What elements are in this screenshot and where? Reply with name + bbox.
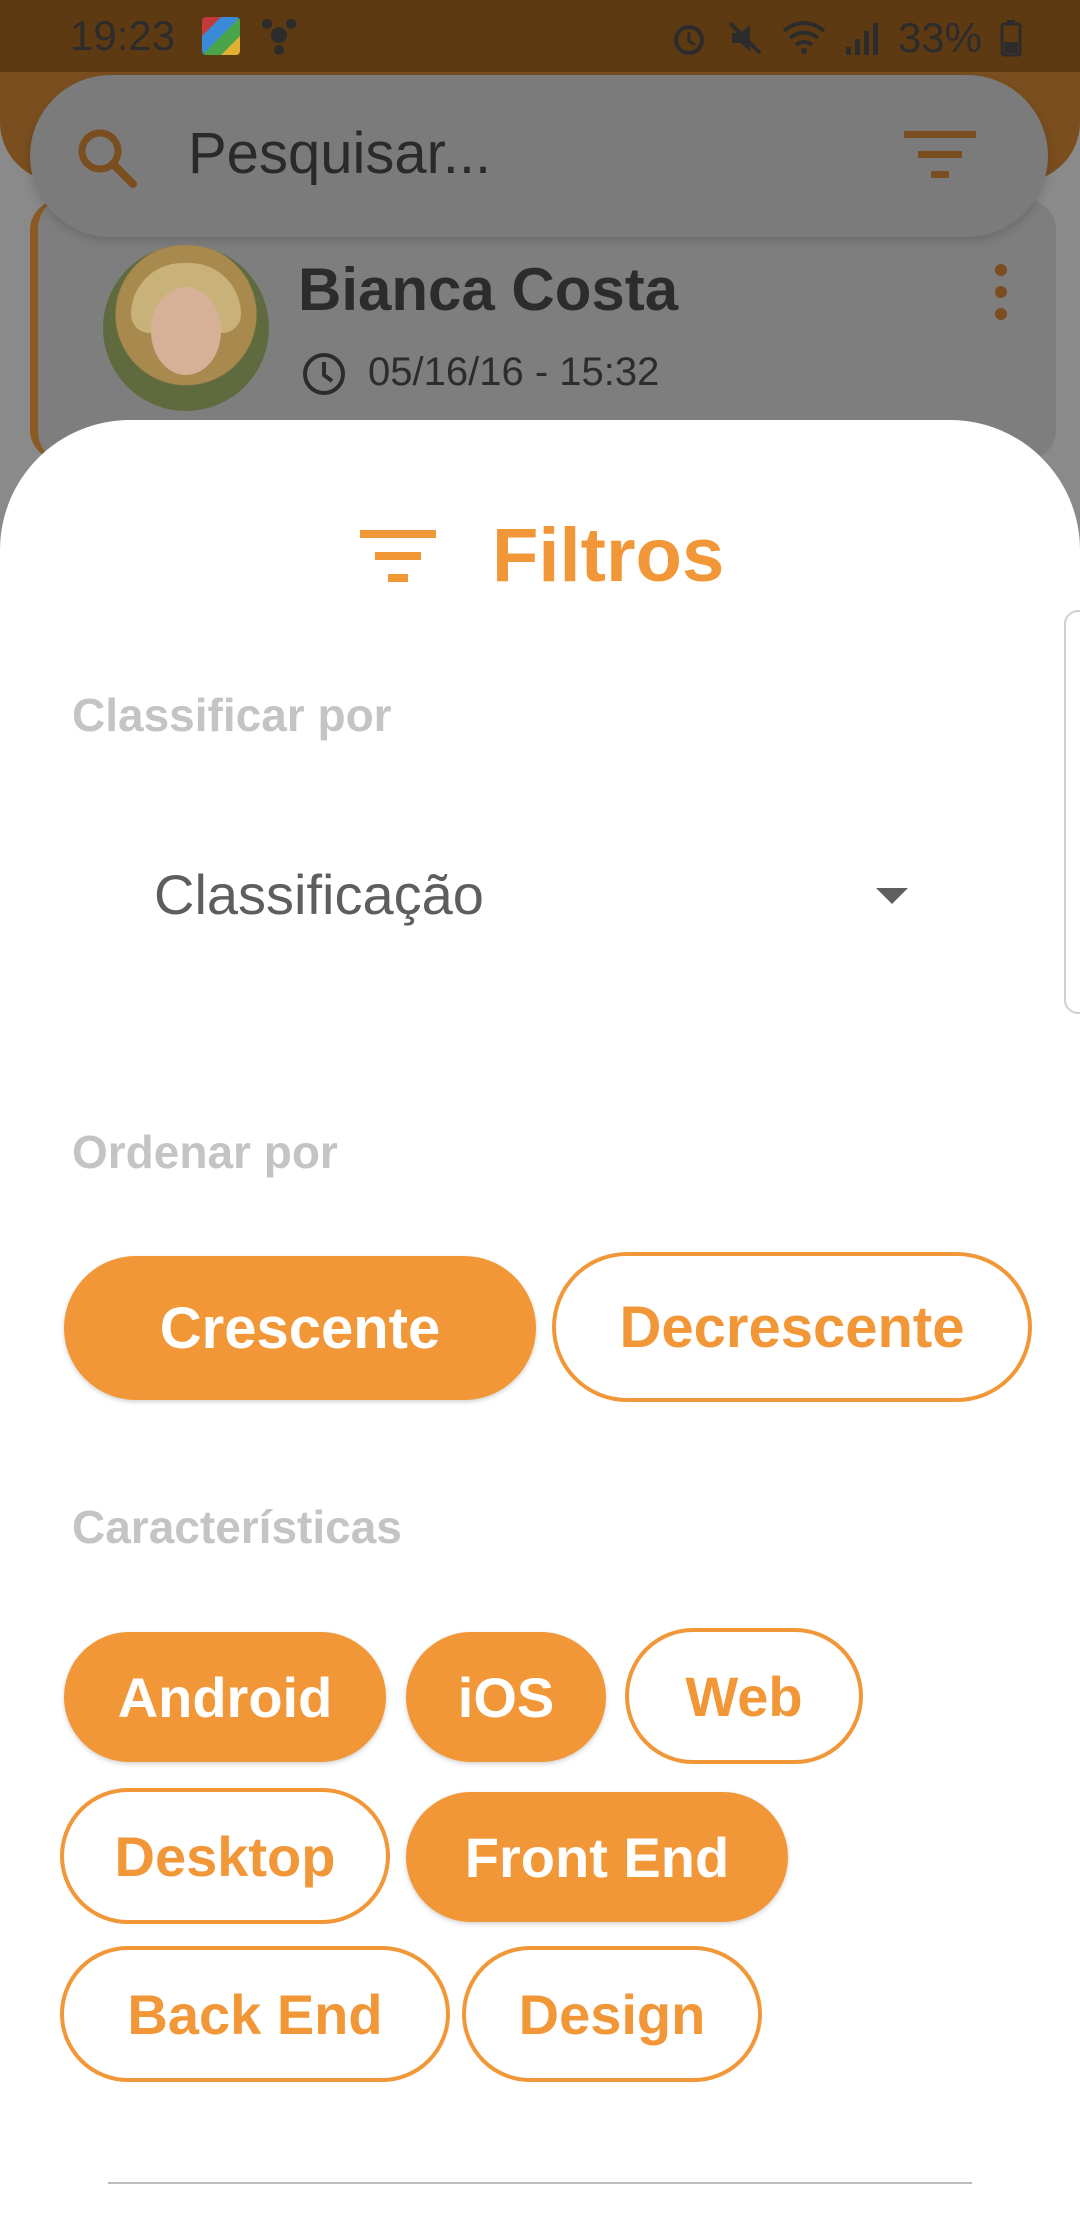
order-descending-chip[interactable]: Decrescente xyxy=(552,1252,1032,1402)
status-time: 19:23 xyxy=(70,12,176,59)
feature-chip-android[interactable]: Android xyxy=(64,1632,386,1762)
feature-chip-design[interactable]: Design xyxy=(462,1946,762,2082)
battery-percent: 33% xyxy=(897,14,982,61)
features-label: Características xyxy=(72,1501,402,1553)
feature-chip-desktop[interactable]: Desktop xyxy=(60,1788,390,1924)
clock-icon xyxy=(303,353,345,395)
search-bar[interactable]: Pesquisar... xyxy=(30,75,1048,237)
signal-icon xyxy=(845,23,878,55)
sheet-title: Filtros xyxy=(492,513,725,598)
battery-icon xyxy=(1000,20,1022,57)
feature-chip-web[interactable]: Web xyxy=(625,1628,863,1764)
filter-icon xyxy=(360,530,436,582)
order-by-label: Ordenar por xyxy=(72,1126,338,1178)
feature-chip-back-end[interactable]: Back End xyxy=(60,1946,450,2082)
order-ascending-chip[interactable]: Crescente xyxy=(64,1256,536,1400)
sort-by-select[interactable]: Classificação xyxy=(72,820,942,960)
search-icon xyxy=(78,129,137,188)
app-notification-icon xyxy=(202,17,240,55)
search-input[interactable]: Pesquisar... xyxy=(188,120,491,187)
status-icons: 33% xyxy=(670,14,1022,62)
person-datetime: 05/16/16 - 15:32 xyxy=(368,350,660,394)
alarm-icon xyxy=(673,25,704,55)
dropdown-arrow-icon xyxy=(876,888,908,904)
side-panel-handle[interactable] xyxy=(1064,610,1080,1014)
sheet-header: Filtros xyxy=(0,498,1080,598)
feature-chip-front-end[interactable]: Front End xyxy=(406,1792,788,1922)
avatar xyxy=(103,245,269,411)
filter-icon[interactable] xyxy=(904,129,976,181)
mute-icon xyxy=(728,21,762,55)
wifi-icon xyxy=(782,21,826,54)
sort-by-value: Classificação xyxy=(154,863,484,926)
person-name: Bianca Costa xyxy=(298,256,679,323)
feature-chip-ios[interactable]: iOS xyxy=(406,1632,606,1762)
filters-bottom-sheet: Filtros Classificar por Classificação Or… xyxy=(0,420,1080,2220)
status-bar: 19:23 33% xyxy=(0,0,1080,72)
more-vertical-icon[interactable] xyxy=(994,262,1008,322)
sort-by-label: Classificar por xyxy=(72,689,392,741)
sheet-divider xyxy=(108,2182,972,2184)
bug-icon xyxy=(262,19,296,55)
